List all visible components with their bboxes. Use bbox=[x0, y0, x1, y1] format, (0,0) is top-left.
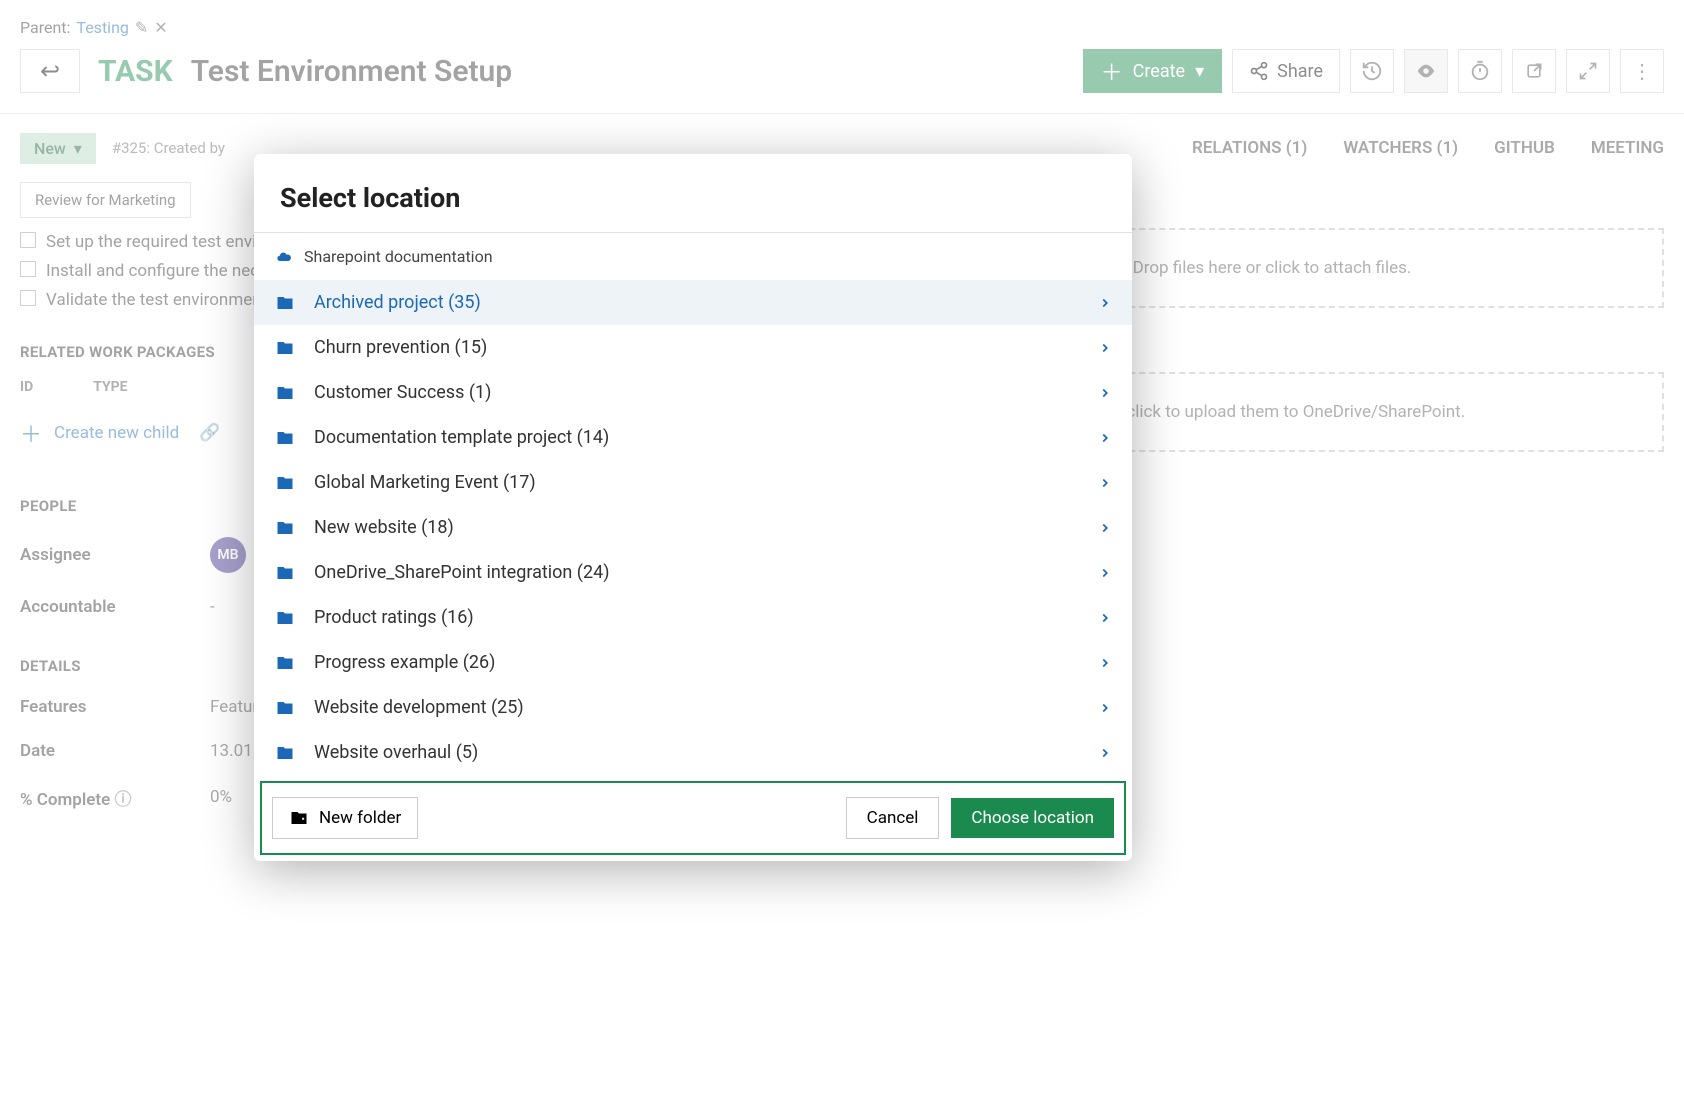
chevron-right-icon[interactable] bbox=[1098, 431, 1112, 445]
chevron-right-icon[interactable] bbox=[1098, 656, 1112, 670]
cancel-button[interactable]: Cancel bbox=[846, 797, 940, 839]
chevron-right-icon[interactable] bbox=[1098, 476, 1112, 490]
folder-row[interactable]: Customer Success (1) bbox=[254, 370, 1132, 415]
folder-icon bbox=[274, 384, 296, 402]
chevron-right-icon[interactable] bbox=[1098, 521, 1112, 535]
folder-icon bbox=[274, 609, 296, 627]
folder-icon bbox=[274, 339, 296, 357]
folder-row[interactable]: Archived project (35) bbox=[254, 280, 1132, 325]
folder-icon bbox=[274, 429, 296, 447]
chevron-right-icon[interactable] bbox=[1098, 611, 1112, 625]
folder-name: New website (18) bbox=[314, 517, 1080, 538]
folder-icon bbox=[274, 744, 296, 762]
folder-name: Documentation template project (14) bbox=[314, 427, 1080, 448]
folder-row[interactable]: Churn prevention (15) bbox=[254, 325, 1132, 370]
folder-row[interactable]: OneDrive_SharePoint integration (24) bbox=[254, 550, 1132, 595]
select-location-modal: Select location Sharepoint documentation… bbox=[254, 154, 1132, 861]
new-folder-label: New folder bbox=[319, 808, 401, 828]
folder-icon bbox=[274, 519, 296, 537]
folder-row[interactable]: Product ratings (16) bbox=[254, 595, 1132, 640]
folder-row[interactable]: Documentation template project (14) bbox=[254, 415, 1132, 460]
folder-row[interactable]: Website development (25) bbox=[254, 685, 1132, 730]
folder-name: Product ratings (16) bbox=[314, 607, 1080, 628]
folder-name: Churn prevention (15) bbox=[314, 337, 1080, 358]
folder-icon bbox=[274, 294, 296, 312]
folder-name: Progress example (26) bbox=[314, 652, 1080, 673]
folder-name: Website overhaul (5) bbox=[314, 742, 1080, 763]
chevron-right-icon[interactable] bbox=[1098, 566, 1112, 580]
cloud-icon bbox=[274, 249, 294, 265]
folder-icon bbox=[274, 474, 296, 492]
modal-footer: New folder Cancel Choose location bbox=[260, 781, 1126, 855]
chevron-right-icon[interactable] bbox=[1098, 386, 1112, 400]
chevron-right-icon[interactable] bbox=[1098, 296, 1112, 310]
folder-name: Customer Success (1) bbox=[314, 382, 1080, 403]
choose-location-button[interactable]: Choose location bbox=[951, 798, 1114, 838]
modal-breadcrumb-label: Sharepoint documentation bbox=[304, 247, 493, 266]
modal-breadcrumb[interactable]: Sharepoint documentation bbox=[254, 233, 1132, 280]
chevron-right-icon[interactable] bbox=[1098, 746, 1112, 760]
folder-name: Website development (25) bbox=[314, 697, 1080, 718]
new-folder-button[interactable]: New folder bbox=[272, 797, 418, 839]
folder-icon bbox=[274, 564, 296, 582]
folder-name: Global Marketing Event (17) bbox=[314, 472, 1080, 493]
folder-list: Archived project (35) Churn prevention (1… bbox=[254, 280, 1132, 775]
folder-icon bbox=[274, 654, 296, 672]
folder-name: OneDrive_SharePoint integration (24) bbox=[314, 562, 1080, 583]
folder-icon bbox=[274, 699, 296, 717]
folder-row[interactable]: Progress example (26) bbox=[254, 640, 1132, 685]
folder-row[interactable]: Website overhaul (5) bbox=[254, 730, 1132, 775]
folder-row[interactable]: Global Marketing Event (17) bbox=[254, 460, 1132, 505]
chevron-right-icon[interactable] bbox=[1098, 701, 1112, 715]
folder-name: Archived project (35) bbox=[314, 292, 1080, 313]
folder-row[interactable]: New website (18) bbox=[254, 505, 1132, 550]
modal-title: Select location bbox=[254, 154, 1132, 232]
new-folder-icon bbox=[289, 809, 309, 827]
chevron-right-icon[interactable] bbox=[1098, 341, 1112, 355]
